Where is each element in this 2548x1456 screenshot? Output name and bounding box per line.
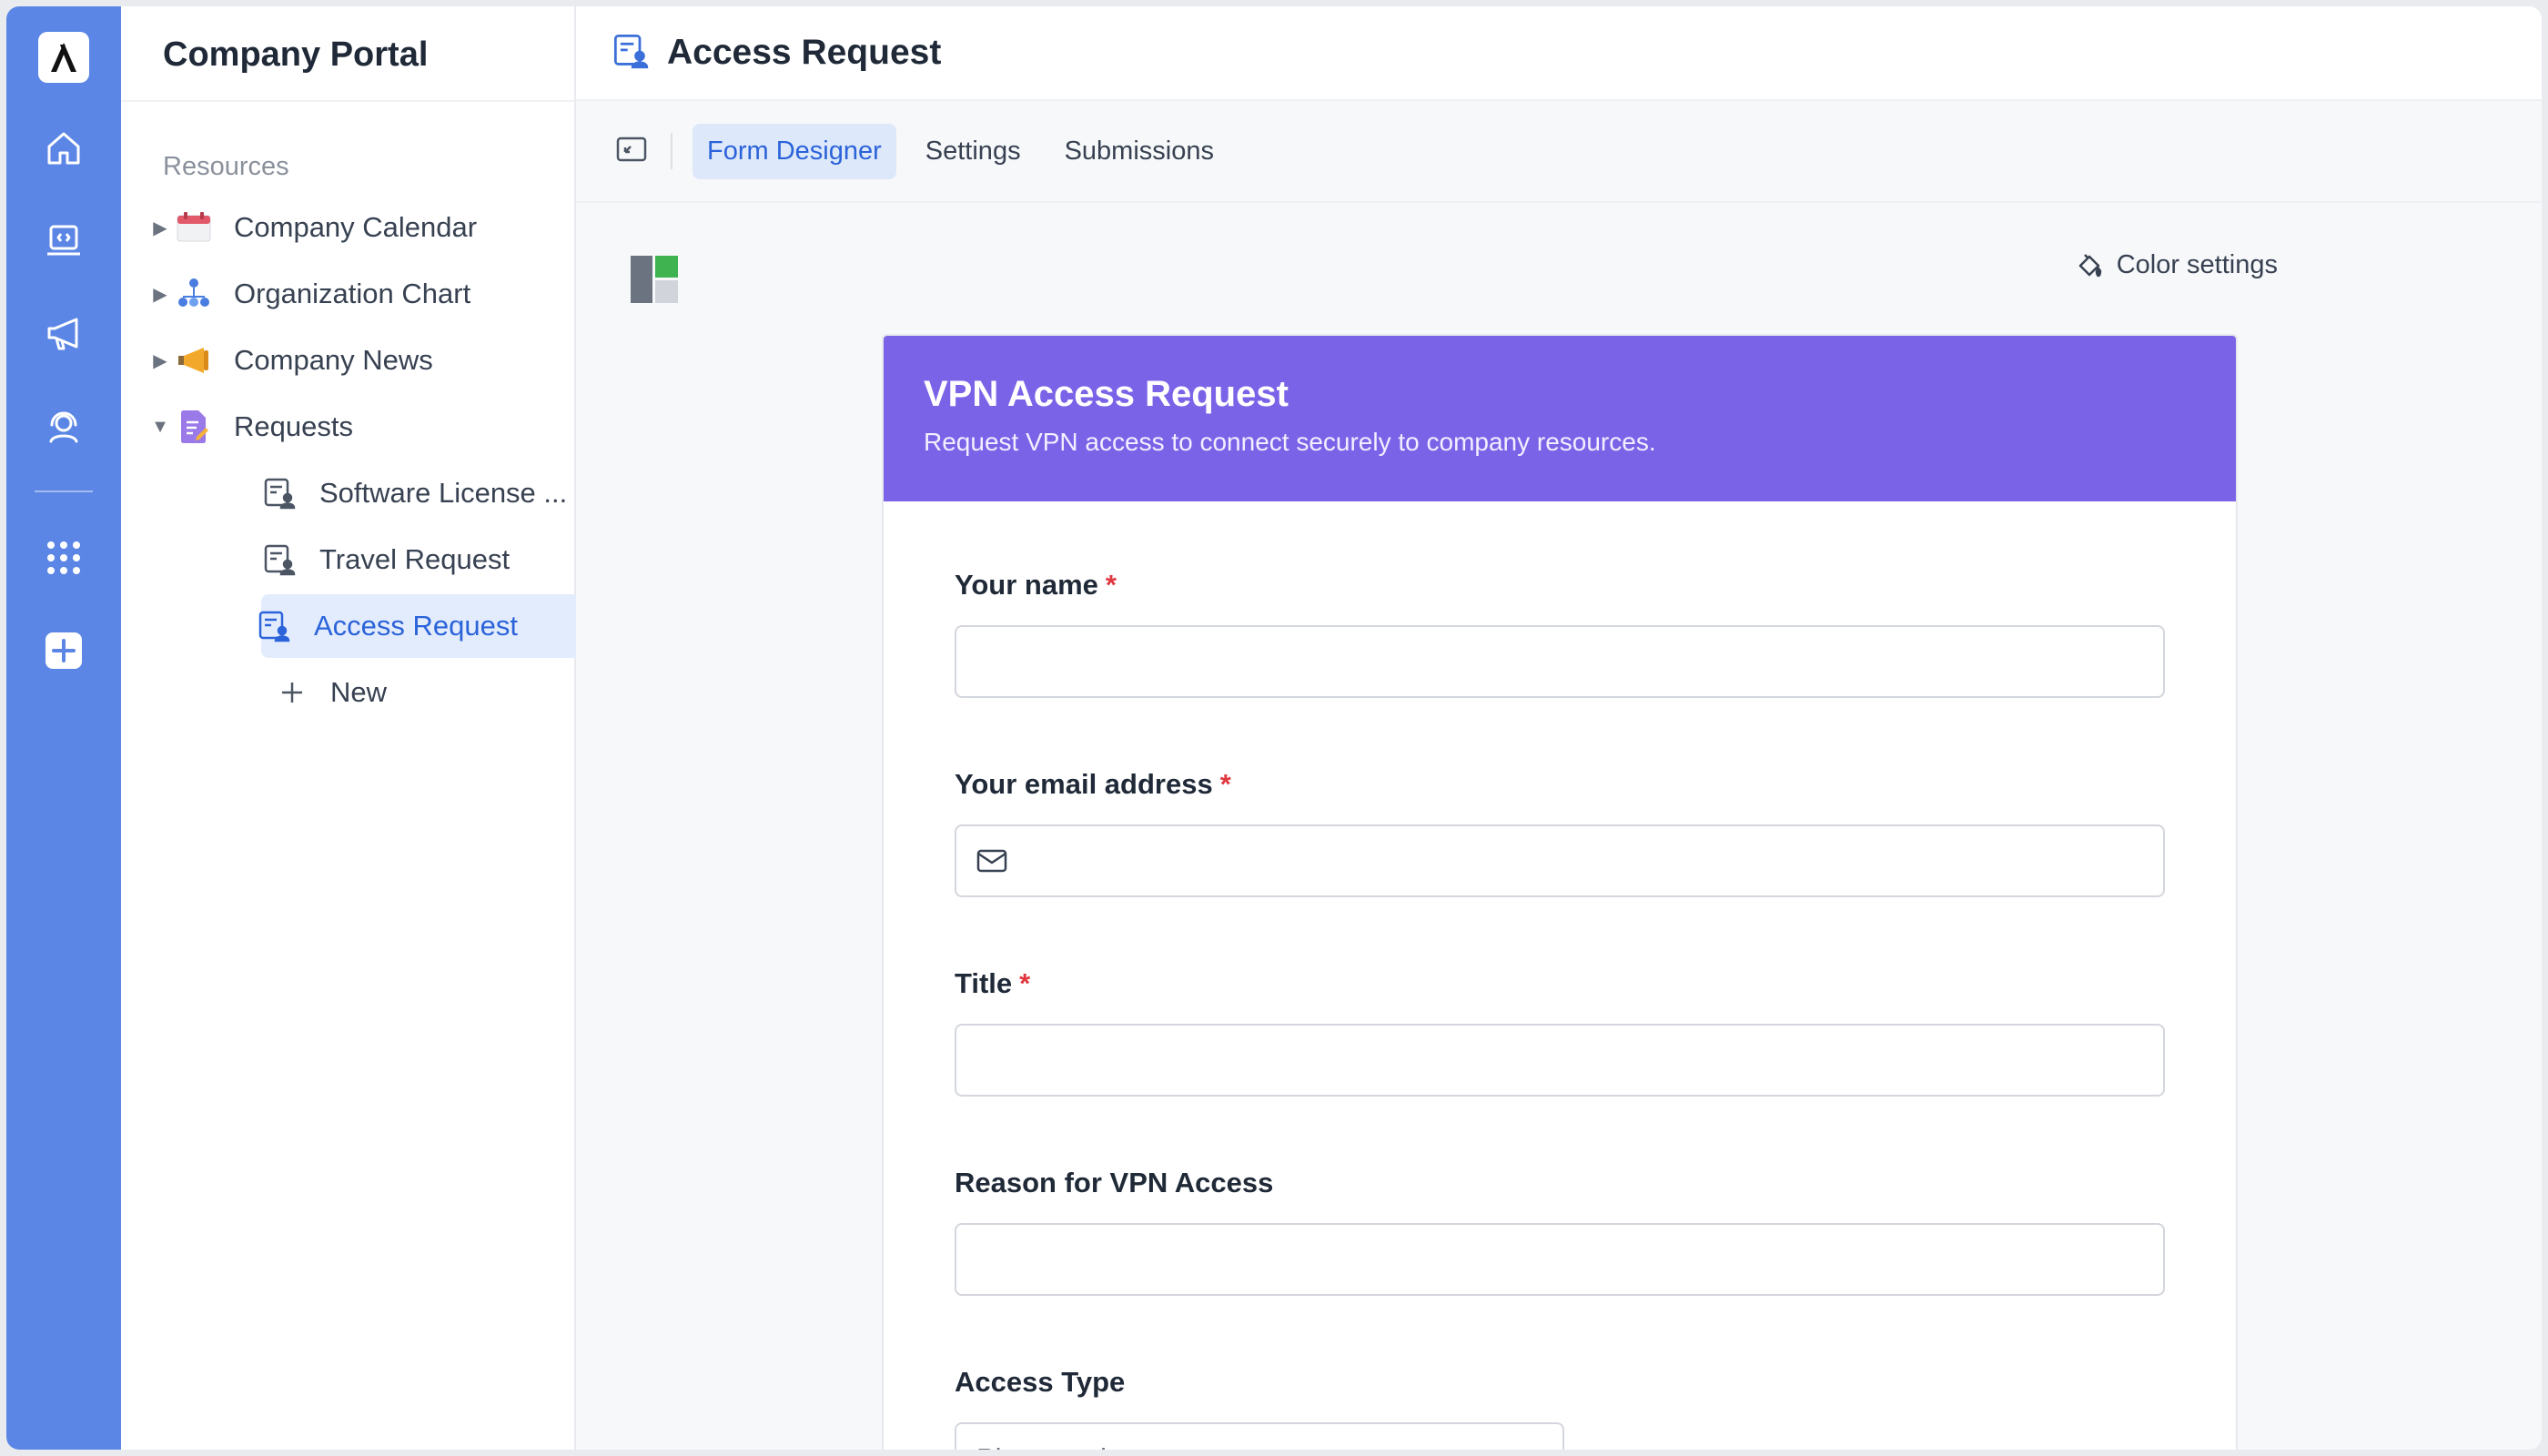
required-marker: * (1105, 569, 1117, 601)
field-label-text: Your email address (955, 768, 1213, 800)
field-title: Title * (955, 964, 2165, 1097)
expand-arrow-icon[interactable]: ▶ (145, 349, 176, 372)
access-type-select[interactable]: Please select (955, 1422, 1564, 1450)
tree-item-label: New (330, 676, 388, 708)
main-area: Access Request Form Designer Settings Su… (576, 6, 2542, 1450)
required-marker: * (1019, 967, 1031, 999)
grid-dots-icon (47, 541, 80, 574)
reason-input[interactable] (955, 1223, 2165, 1296)
field-label: Your name * (955, 565, 2165, 605)
tree-item-organization-chart[interactable]: ▶ Organization Chart (145, 262, 543, 326)
form-title: VPN Access Request (924, 374, 1289, 414)
layout-panels-icon (631, 256, 678, 303)
tree-item-label: Software License ... (319, 477, 568, 509)
collapse-arrow-icon[interactable]: ▼ (145, 417, 176, 438)
tab-bar: Form Designer Settings Submissions (576, 101, 2542, 203)
portal-title: Company Portal (163, 35, 429, 74)
expand-arrow-icon[interactable]: ▶ (145, 283, 176, 306)
sidebar-divider (121, 100, 574, 102)
add-button[interactable] (35, 622, 93, 680)
app-logo[interactable] (38, 32, 89, 83)
app-window: Company Portal Resources ▶ Company Calen… (6, 6, 2542, 1450)
color-settings-button[interactable]: Color settings (2075, 250, 2278, 280)
page-title: Access Request (667, 33, 942, 72)
icon-rail (6, 6, 121, 1450)
home-icon (47, 132, 80, 165)
support-button[interactable] (35, 398, 93, 456)
collapse-panel-button[interactable] (616, 136, 647, 167)
laptop-code-icon (47, 225, 80, 256)
tree-item-label: Company Calendar (234, 211, 478, 243)
field-label: Your email address * (955, 764, 2165, 804)
email-input[interactable] (955, 824, 2165, 897)
form-fields: Your name * Your email address * Title *… (884, 501, 2236, 1450)
layout-toggle-button[interactable] (629, 254, 680, 309)
form-user-icon (612, 33, 649, 74)
field-access-type: Access Type Please select (955, 1362, 2165, 1450)
tree-item-label: Access Request (314, 610, 518, 642)
field-label-text: Title (955, 967, 1013, 999)
form-user-icon (261, 475, 298, 511)
tab-submissions[interactable]: Submissions (1050, 124, 1228, 179)
plus-icon (276, 674, 308, 711)
logo-icon (51, 43, 76, 72)
field-your-name: Your name * (955, 565, 2165, 698)
tab-divider (671, 133, 672, 169)
field-label: Title * (955, 964, 2165, 1004)
requests-doc-icon (176, 409, 212, 445)
form-header[interactable]: VPN Access Request Request VPN access to… (884, 336, 2236, 501)
field-email: Your email address * (955, 764, 2165, 897)
select-placeholder: Please select (976, 1442, 1144, 1450)
app-grid-button[interactable] (35, 529, 93, 587)
paint-bucket-icon (2078, 253, 2101, 277)
form-user-icon (256, 608, 292, 644)
color-settings-label: Color settings (2116, 250, 2278, 279)
field-label: Access Type (955, 1362, 2165, 1402)
form-description: Request VPN access to connect securely t… (924, 428, 1656, 456)
tree-item-label: Travel Request (319, 543, 511, 575)
mail-icon (976, 849, 1007, 873)
field-reason: Reason for VPN Access (955, 1163, 2165, 1296)
tree-item-requests[interactable]: ▼ Requests (145, 395, 543, 459)
apps-dev-button[interactable] (35, 212, 93, 270)
rail-divider (35, 490, 93, 492)
tab-form-designer[interactable]: Form Designer (693, 123, 896, 179)
tree-item-company-calendar[interactable]: ▶ Company Calendar (145, 196, 543, 259)
home-button[interactable] (35, 119, 93, 177)
required-marker: * (1219, 768, 1231, 800)
megaphone-icon (176, 342, 212, 379)
headset-user-icon (49, 411, 78, 443)
collapse-icon (616, 136, 647, 161)
plus-square-icon (46, 632, 82, 669)
field-label-text: Reason for VPN Access (955, 1167, 1274, 1198)
calendar-icon (176, 209, 212, 246)
resources-heading: Resources (163, 152, 289, 181)
field-label: Reason for VPN Access (955, 1163, 2165, 1203)
expand-arrow-icon[interactable]: ▶ (145, 217, 176, 239)
tab-settings[interactable]: Settings (911, 124, 1036, 179)
tree-item-label: Organization Chart (234, 278, 471, 309)
tree-item-label: Company News (234, 344, 433, 376)
tree-item-label: Requests (234, 410, 353, 442)
page-header: Access Request (576, 6, 2542, 101)
form-user-icon (261, 541, 298, 578)
field-label-text: Access Type (955, 1366, 1126, 1398)
name-input[interactable] (955, 625, 2165, 698)
megaphone-icon (47, 318, 78, 350)
field-label-text: Your name (955, 569, 1098, 601)
org-chart-icon (176, 276, 212, 312)
tree-item-company-news[interactable]: ▶ Company News (145, 329, 543, 392)
title-input[interactable] (955, 1024, 2165, 1097)
form-preview: VPN Access Request Request VPN access to… (882, 334, 2238, 1450)
sidebar: Company Portal Resources ▶ Company Calen… (121, 6, 662, 1450)
announcements-button[interactable] (35, 305, 93, 363)
